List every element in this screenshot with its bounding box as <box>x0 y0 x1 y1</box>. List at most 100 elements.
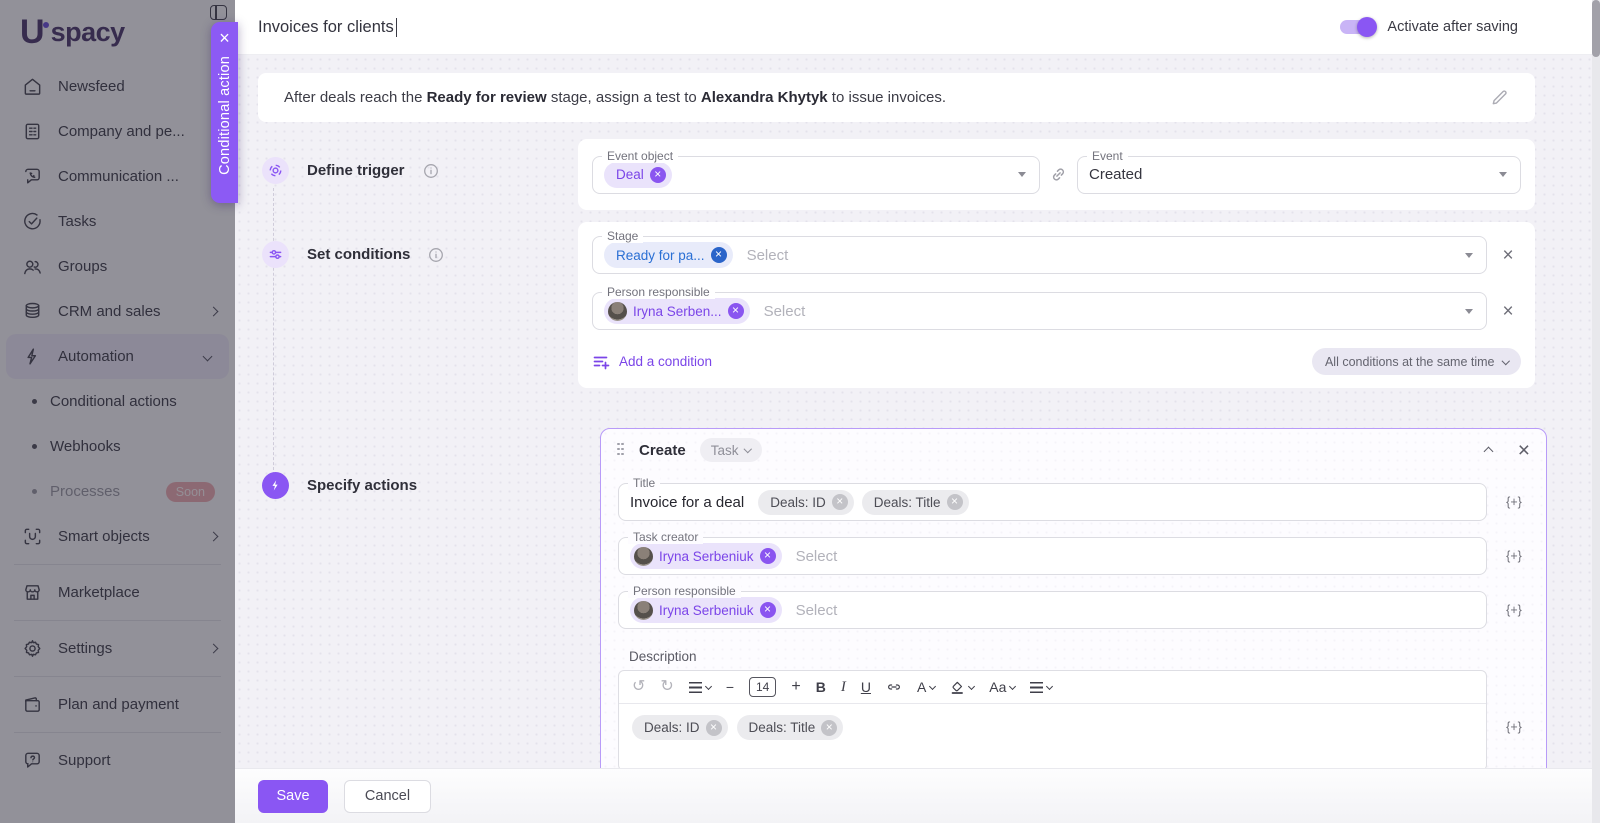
font-size-decrease-button[interactable]: − <box>726 680 734 694</box>
insert-variable-button[interactable]: {+} <box>1499 720 1529 734</box>
stage-select[interactable]: Stage Ready for pa... × Select <box>592 229 1487 274</box>
save-button[interactable]: Save <box>258 779 328 813</box>
task-creator-select[interactable]: Task creator Iryna Serbeniuk × Select <box>618 530 1487 575</box>
text-case-dropdown[interactable]: Aa <box>989 680 1017 694</box>
chip-label: Deals: ID <box>770 494 826 510</box>
actions-step-icon <box>262 472 289 499</box>
underline-button[interactable]: U <box>861 680 871 694</box>
chip-remove-icon[interactable]: × <box>705 719 722 736</box>
chip-remove-icon[interactable]: × <box>649 166 666 183</box>
remove-condition-button[interactable]: × <box>1495 246 1521 265</box>
field-label: Person responsible <box>602 285 715 299</box>
text-cursor <box>395 17 398 37</box>
rich-text-toolbar: ↺ ↻ − 14 + B I U A Aa <box>619 671 1486 704</box>
editor-content: After deals reach the Ready for review s… <box>235 55 1592 768</box>
cancel-button[interactable]: Cancel <box>344 779 431 813</box>
description-editor-body[interactable]: Deals: ID × Deals: Title × <box>619 704 1486 768</box>
dropdown-arrow-icon <box>1465 308 1473 314</box>
italic-button[interactable]: I <box>841 679 846 695</box>
section-title: Specify actions <box>307 477 418 494</box>
event-object-select[interactable]: Event object Deal × <box>592 148 1040 194</box>
chip-label: Deals: Title <box>748 720 816 735</box>
chevron-down-icon <box>1009 682 1017 690</box>
description-editor[interactable]: ↺ ↻ − 14 + B I U A Aa Deals: ID × Deals:… <box>618 670 1487 768</box>
automation-title-input[interactable]: Invoices for clients <box>258 18 394 37</box>
close-icon[interactable]: × <box>219 29 230 47</box>
chip-remove-icon[interactable]: × <box>759 548 776 564</box>
font-size-value[interactable]: 14 <box>749 677 777 697</box>
conditions-step-icon <box>262 241 289 268</box>
action-type-label: Task <box>710 442 739 458</box>
chevron-down-icon <box>968 682 976 690</box>
chip-remove-icon[interactable]: × <box>821 719 838 736</box>
chip-label: Iryna Serbeniuk <box>659 548 754 564</box>
chip-remove-icon[interactable]: × <box>727 303 744 319</box>
chip-deals-id: Deals: ID × <box>758 489 854 515</box>
playlist-add-icon <box>593 356 610 369</box>
chip-label: Deals: ID <box>644 720 700 735</box>
automation-summary-card: After deals reach the Ready for review s… <box>258 73 1535 122</box>
align-dropdown[interactable] <box>1030 681 1054 693</box>
undo-button[interactable]: ↺ <box>632 679 645 695</box>
event-select[interactable]: Event Created <box>1077 148 1521 194</box>
chip-remove-icon[interactable]: × <box>946 494 963 510</box>
action-type-dropdown[interactable]: Task <box>699 438 762 462</box>
link-icon <box>1052 168 1065 181</box>
activate-toggle[interactable] <box>1340 17 1378 37</box>
edit-pencil-icon[interactable] <box>1490 88 1509 107</box>
close-icon[interactable]: × <box>1518 440 1530 461</box>
app-window: U spacy Newsfeed Company and pe... Commu… <box>0 0 1600 823</box>
info-icon[interactable] <box>428 247 444 263</box>
select-placeholder: Select <box>795 547 838 565</box>
drag-handle-icon[interactable] <box>617 442 625 458</box>
link-icon <box>888 684 900 690</box>
remove-condition-button[interactable]: × <box>1495 302 1521 321</box>
collapse-card-icon[interactable] <box>1483 446 1494 457</box>
topbar: Invoices for clients Activate after savi… <box>235 0 1592 55</box>
description-label: Description <box>629 649 697 664</box>
chevron-down-icon <box>1046 682 1054 690</box>
summary-part: to issue invoices. <box>827 89 947 106</box>
summary-part: stage, assign a test to <box>546 89 701 106</box>
vertical-scrollbar[interactable] <box>1592 0 1600 823</box>
chevron-down-icon <box>744 444 753 453</box>
chip-remove-icon[interactable]: × <box>759 602 776 618</box>
chip-deals-id: Deals: ID × <box>632 715 728 740</box>
select-placeholder: Select <box>746 246 789 264</box>
chip-remove-icon[interactable]: × <box>710 247 727 263</box>
field-label: Person responsible <box>628 584 741 598</box>
font-size-increase-button[interactable]: + <box>791 679 800 695</box>
chip-remove-icon[interactable]: × <box>831 494 848 510</box>
chip-label: Iryna Serbeniuk <box>659 602 754 618</box>
text-color-dropdown[interactable]: A <box>916 679 937 695</box>
chip-label: Iryna Serben... <box>633 303 722 319</box>
person-responsible-select[interactable]: Person responsible Iryna Serben... × Sel… <box>592 285 1487 330</box>
task-person-responsible-select[interactable]: Person responsible Iryna Serbeniuk × Sel… <box>618 584 1487 629</box>
field-label: Task creator <box>628 530 704 544</box>
task-title-field[interactable]: Title Invoice for a deal Deals: ID × Dea… <box>618 476 1487 521</box>
field-label: Event <box>1087 148 1128 163</box>
sidebar: U spacy Newsfeed Company and pe... Commu… <box>0 0 235 823</box>
text-color-label: A <box>916 679 927 695</box>
bold-button[interactable]: B <box>816 680 826 694</box>
ink-fill-icon <box>951 681 964 694</box>
task-creator-row: Task creator Iryna Serbeniuk × Select {+… <box>618 530 1529 575</box>
conditional-action-tab[interactable]: × Conditional action <box>211 22 238 203</box>
info-icon[interactable] <box>423 163 439 179</box>
avatar <box>634 546 653 566</box>
tab-label: Conditional action <box>216 56 233 175</box>
create-card-header: Create Task × <box>601 433 1546 467</box>
line-spacing-dropdown[interactable] <box>688 681 712 693</box>
insert-variable-button[interactable]: {+} <box>1499 603 1529 617</box>
add-condition-button[interactable]: Add a condition <box>592 353 712 371</box>
conditions-mode-dropdown[interactable]: All conditions at the same time <box>1311 348 1521 375</box>
insert-variable-button[interactable]: {+} <box>1499 495 1529 509</box>
insert-variable-button[interactable]: {+} <box>1499 549 1529 563</box>
link-button[interactable] <box>886 679 902 695</box>
redo-button[interactable]: ↻ <box>660 679 673 695</box>
description-row: ↺ ↻ − 14 + B I U A Aa Deals: ID × Deals:… <box>618 670 1529 768</box>
section-specify-actions: Specify actions <box>262 472 417 499</box>
editor-footer: Save Cancel <box>235 768 1592 823</box>
highlight-color-dropdown[interactable] <box>950 680 976 695</box>
scrollbar-thumb[interactable] <box>1592 0 1600 57</box>
